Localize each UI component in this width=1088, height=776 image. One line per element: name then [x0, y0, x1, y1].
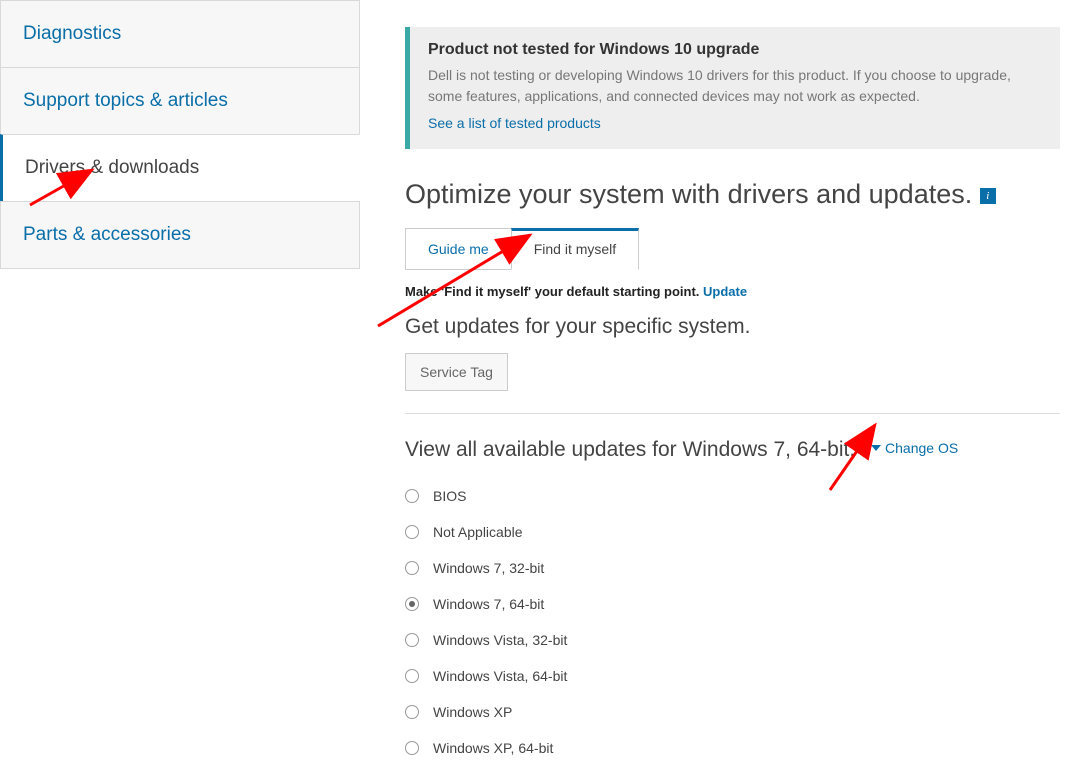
change-os-link[interactable]: Change OS — [871, 440, 958, 456]
service-tag-button[interactable]: Service Tag — [405, 353, 508, 391]
sidebar-item-parts-accessories[interactable]: Parts & accessories — [0, 201, 360, 269]
info-icon[interactable]: i — [980, 188, 996, 204]
divider — [405, 413, 1060, 414]
radio-icon[interactable] — [405, 741, 419, 755]
radio-icon[interactable] — [405, 633, 419, 647]
sidebar: Diagnostics Support topics & articles Dr… — [0, 0, 360, 269]
os-option-label: Windows XP — [433, 704, 512, 720]
notice-link[interactable]: See a list of tested products — [428, 115, 601, 131]
os-option[interactable]: Windows XP, 64-bit — [405, 740, 1060, 756]
os-option-label: Not Applicable — [433, 524, 523, 540]
os-option[interactable]: BIOS — [405, 488, 1060, 504]
radio-icon[interactable] — [405, 561, 419, 575]
radio-icon[interactable] — [405, 489, 419, 503]
os-option-label: Windows 7, 64-bit — [433, 596, 544, 612]
default-note-prefix: Make ' — [405, 284, 444, 299]
sidebar-item-drivers-downloads[interactable]: Drivers & downloads — [0, 134, 360, 202]
os-option[interactable]: Not Applicable — [405, 524, 1060, 540]
notice-title: Product not tested for Windows 10 upgrad… — [428, 41, 1042, 59]
update-link[interactable]: Update — [703, 284, 747, 299]
change-os-text: Change OS — [885, 440, 958, 456]
tab-guide-me[interactable]: Guide me — [405, 228, 512, 270]
os-option[interactable]: Windows 7, 64-bit — [405, 596, 1060, 612]
os-option-label: Windows Vista, 64-bit — [433, 668, 567, 684]
os-option[interactable]: Windows XP — [405, 704, 1060, 720]
main-content: Product not tested for Windows 10 upgrad… — [405, 27, 1060, 776]
tab-find-it-myself[interactable]: Find it myself — [511, 228, 639, 270]
view-all-text: View all available updates for Windows 7… — [405, 438, 855, 461]
os-option-label: Windows 7, 32-bit — [433, 560, 544, 576]
radio-icon[interactable] — [405, 669, 419, 683]
os-option[interactable]: Windows Vista, 32-bit — [405, 632, 1060, 648]
headline-text: Optimize your system with drivers and up… — [405, 179, 972, 209]
notice-panel: Product not tested for Windows 10 upgrad… — [405, 27, 1060, 149]
default-note-mid: Find it myself — [444, 284, 528, 299]
view-all-line: View all available updates for Windows 7… — [405, 438, 1060, 462]
os-list: BIOS Not Applicable Windows 7, 32-bit Windo… — [405, 488, 1060, 756]
tabs: Guide me Find it myself — [405, 228, 1060, 270]
default-note: Make 'Find it myself' your default start… — [405, 284, 1060, 299]
os-option-label: BIOS — [433, 488, 466, 504]
subhead-get-updates: Get updates for your specific system. — [405, 315, 1060, 339]
caret-down-icon — [871, 445, 881, 451]
notice-body: Dell is not testing or developing Window… — [428, 65, 1042, 107]
os-option-label: Windows XP, 64-bit — [433, 740, 553, 756]
radio-icon[interactable] — [405, 525, 419, 539]
default-note-suffix: ' your default starting point. — [528, 284, 703, 299]
os-option[interactable]: Windows Vista, 64-bit — [405, 668, 1060, 684]
sidebar-item-support-topics[interactable]: Support topics & articles — [0, 67, 360, 135]
sidebar-item-diagnostics[interactable]: Diagnostics — [0, 0, 360, 68]
radio-icon[interactable] — [405, 705, 419, 719]
os-option-label: Windows Vista, 32-bit — [433, 632, 567, 648]
os-option[interactable]: Windows 7, 32-bit — [405, 560, 1060, 576]
radio-icon[interactable] — [405, 597, 419, 611]
page-headline: Optimize your system with drivers and up… — [405, 179, 1060, 210]
